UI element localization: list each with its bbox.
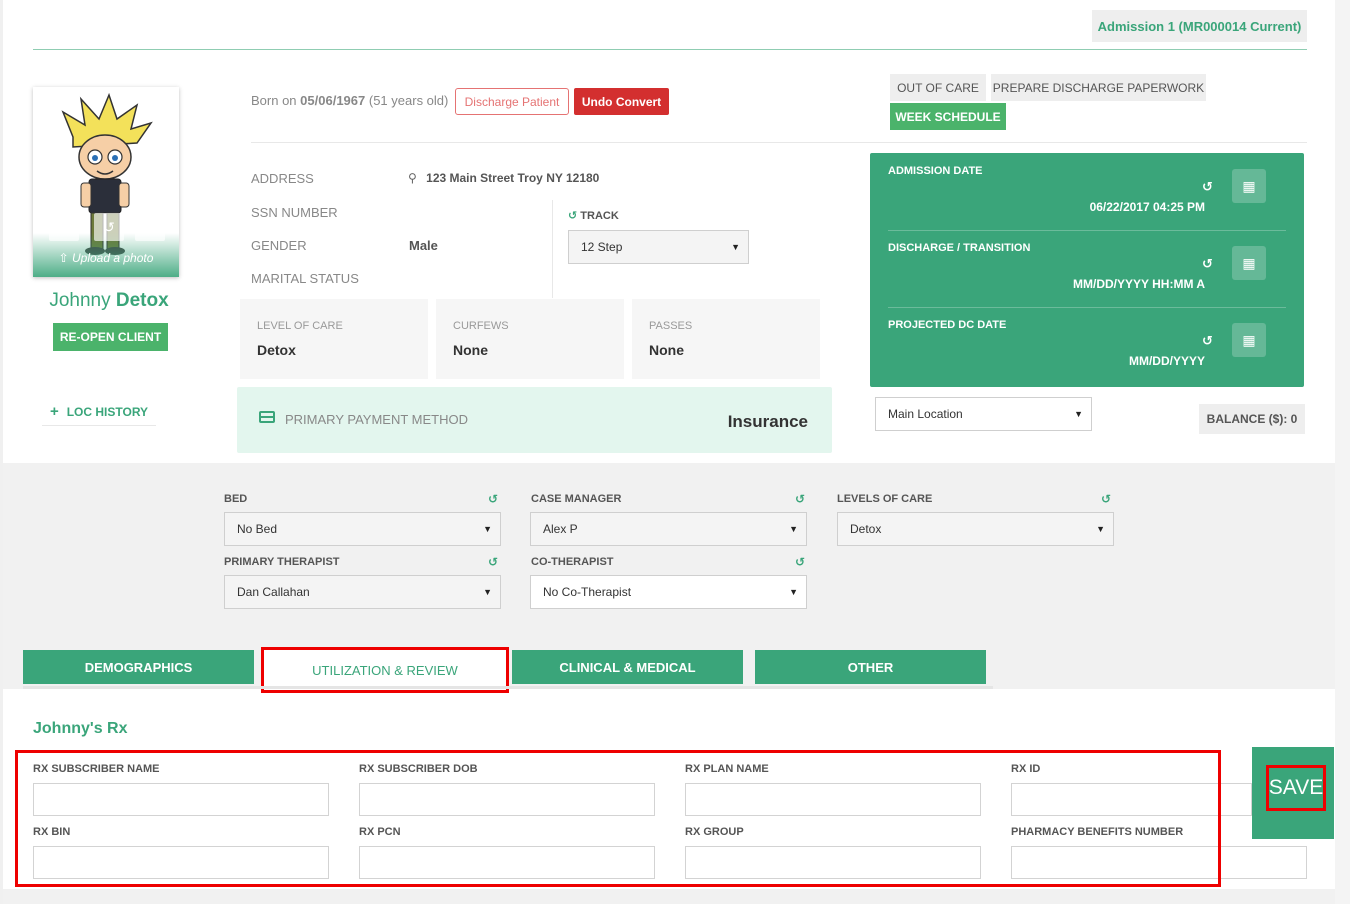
history-icon[interactable]: ↺ bbox=[795, 555, 805, 569]
tab-demographics[interactable]: DEMOGRAPHICS bbox=[23, 650, 254, 684]
gender-value: Male bbox=[409, 238, 438, 253]
track-label: ↺ TRACK bbox=[568, 210, 619, 222]
caret-down-icon: ▼ bbox=[1074, 409, 1083, 419]
discharge-transition-label: DISCHARGE / TRANSITION bbox=[888, 242, 1031, 254]
dates-panel: ADMISSION DATE ↺ ▦ 06/22/2017 04:25 PM D… bbox=[870, 153, 1304, 387]
history-icon[interactable]: ↺ bbox=[1202, 333, 1213, 349]
caret-down-icon: ▼ bbox=[789, 587, 798, 597]
week-schedule-button[interactable]: WEEK SCHEDULE bbox=[890, 103, 1006, 130]
calendar-icon[interactable]: ▦ bbox=[1232, 323, 1266, 357]
discharge-patient-button[interactable]: Discharge Patient bbox=[455, 88, 569, 115]
admission-date-label: ADMISSION DATE bbox=[888, 165, 983, 177]
level-of-care-card: LEVEL OF CARE Detox bbox=[240, 299, 428, 379]
calendar-icon[interactable]: ▦ bbox=[1232, 246, 1266, 280]
birth-info: Born on 05/06/1967 (51 years old) bbox=[251, 93, 449, 108]
page-left-edge bbox=[0, 0, 3, 904]
credit-card-icon bbox=[259, 411, 275, 423]
dates-divider bbox=[888, 230, 1286, 231]
marital-status-label: MARITAL STATUS bbox=[251, 271, 359, 286]
undo-convert-button[interactable]: Undo Convert bbox=[574, 88, 669, 115]
client-name: Johnny Detox bbox=[49, 290, 169, 311]
balance-badge: BALANCE ($): 0 bbox=[1199, 404, 1305, 434]
tab-clinical-medical[interactable]: CLINICAL & MEDICAL bbox=[512, 650, 743, 684]
history-icon[interactable]: ↺ bbox=[1202, 256, 1213, 272]
rx-fields-highlight bbox=[15, 750, 1221, 887]
caret-down-icon: ▼ bbox=[731, 242, 740, 252]
client-photo-card: ⇧ ↺ ↻ ⇧ Upload a photo bbox=[33, 87, 179, 277]
tab-other[interactable]: OTHER bbox=[755, 650, 986, 684]
map-pin-icon: ⚲ bbox=[408, 171, 417, 185]
gender-label: GENDER bbox=[251, 238, 307, 253]
caret-down-icon: ▼ bbox=[1096, 524, 1105, 534]
primary-payment-panel: PRIMARY PAYMENT METHOD Insurance bbox=[237, 387, 832, 453]
upload-small-icon: ⇧ bbox=[58, 251, 69, 265]
header-divider bbox=[33, 49, 1307, 50]
rotate-right-icon[interactable]: ↻ bbox=[135, 213, 165, 241]
history-icon[interactable]: ↺ bbox=[488, 555, 498, 569]
location-select[interactable]: Main Location ▼ bbox=[875, 397, 1092, 431]
bed-label: BED bbox=[224, 493, 248, 505]
history-icon[interactable]: ↺ bbox=[795, 492, 805, 506]
history-icon[interactable]: ↺ bbox=[488, 492, 498, 506]
save-button[interactable]: SAVE bbox=[1266, 765, 1326, 811]
levels-of-care-label: LEVELS OF CARE bbox=[837, 493, 933, 505]
caret-down-icon: ▼ bbox=[789, 524, 798, 534]
co-therapist-label: CO-THERAPIST bbox=[531, 556, 614, 568]
primary-therapist-select[interactable]: Dan Callahan ▼ bbox=[224, 575, 501, 609]
upload-photo-link[interactable]: ⇧ Upload a photo bbox=[33, 251, 179, 265]
caret-down-icon: ▼ bbox=[483, 587, 492, 597]
rx-section-title: Johnny's Rx bbox=[33, 720, 128, 737]
passes-card: PASSES None bbox=[632, 299, 820, 379]
case-manager-select[interactable]: Alex P ▼ bbox=[530, 512, 807, 546]
history-icon[interactable]: ↺ bbox=[1101, 492, 1111, 506]
calendar-icon[interactable]: ▦ bbox=[1232, 169, 1266, 203]
prepare-discharge-button[interactable]: PREPARE DISCHARGE PAPERWORK bbox=[991, 74, 1206, 101]
address-value: ⚲ 123 Main Street Troy NY 12180 bbox=[408, 171, 600, 185]
page-right-gutter bbox=[1335, 0, 1350, 904]
tabs-underline bbox=[23, 686, 993, 689]
track-select[interactable]: 12 Step ▼ bbox=[568, 230, 749, 264]
caret-down-icon: ▼ bbox=[483, 524, 492, 534]
projected-dc-date-value[interactable]: MM/DD/YYYY bbox=[1129, 354, 1205, 368]
co-therapist-select[interactable]: No Co-Therapist ▼ bbox=[530, 575, 807, 609]
primary-therapist-label: PRIMARY THERAPIST bbox=[224, 556, 340, 568]
plus-icon: + bbox=[49, 403, 59, 420]
history-icon: ↺ bbox=[568, 210, 578, 222]
projected-dc-date-label: PROJECTED DC DATE bbox=[888, 319, 1007, 331]
history-icon[interactable]: ↺ bbox=[1202, 179, 1213, 195]
dates-divider bbox=[888, 307, 1286, 308]
payment-label: PRIMARY PAYMENT METHOD bbox=[285, 412, 468, 427]
reopen-client-button[interactable]: RE-OPEN CLIENT bbox=[53, 323, 168, 351]
payment-value: Insurance bbox=[727, 412, 808, 431]
section-divider bbox=[251, 142, 1307, 143]
page-footer-band bbox=[3, 889, 1335, 904]
address-label: ADDRESS bbox=[251, 171, 314, 186]
admission-badge[interactable]: Admission 1 (MR000014 Current) bbox=[1092, 10, 1307, 42]
case-manager-label: CASE MANAGER bbox=[531, 493, 622, 505]
bed-select[interactable]: No Bed ▼ bbox=[224, 512, 501, 546]
ssn-label: SSN NUMBER bbox=[251, 205, 338, 220]
rotate-left-icon[interactable]: ↺ bbox=[94, 213, 124, 241]
upload-icon[interactable]: ⇧ bbox=[49, 213, 79, 241]
curfews-card: CURFEWS None bbox=[436, 299, 624, 379]
discharge-transition-value[interactable]: MM/DD/YYYY HH:MM A bbox=[1073, 277, 1205, 291]
levels-of-care-select[interactable]: Detox ▼ bbox=[837, 512, 1114, 546]
loc-history-link[interactable]: + LOC HISTORY bbox=[42, 398, 156, 426]
admission-date-value[interactable]: 06/22/2017 04:25 PM bbox=[1090, 200, 1205, 214]
out-of-care-button[interactable]: OUT OF CARE bbox=[890, 74, 986, 101]
info-separator bbox=[552, 200, 553, 298]
